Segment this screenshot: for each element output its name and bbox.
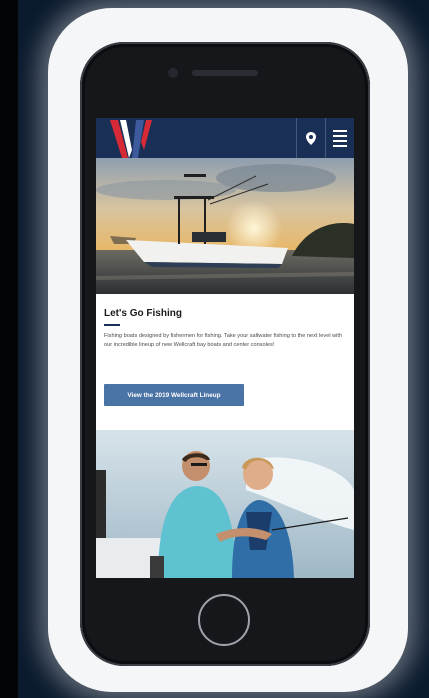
section-title: Let's Go Fishing (104, 308, 182, 319)
section-body: Fishing boats designed by fishermen for … (104, 333, 343, 348)
wellcraft-logo[interactable] (110, 120, 158, 158)
location-button[interactable] (296, 118, 325, 158)
title-underline (104, 324, 120, 326)
location-pin-icon (306, 131, 316, 145)
hamburger-menu-icon (333, 127, 347, 150)
view-lineup-button[interactable]: View the 2019 Wellcraft Lineup (104, 384, 244, 406)
hero-image-boat-sunset (96, 158, 354, 294)
earpiece-speaker (192, 70, 258, 76)
left-edge (0, 0, 18, 698)
phone-frame: Let's Go Fishing Fishing boats designed … (80, 42, 370, 666)
site-header (96, 118, 354, 158)
home-button[interactable] (198, 594, 250, 646)
menu-button[interactable] (325, 118, 354, 158)
father-son-fishing-image (96, 430, 354, 578)
phone-screen: Let's Go Fishing Fishing boats designed … (96, 118, 354, 578)
front-camera (168, 68, 178, 78)
fishing-section: Let's Go Fishing Fishing boats designed … (96, 294, 354, 430)
